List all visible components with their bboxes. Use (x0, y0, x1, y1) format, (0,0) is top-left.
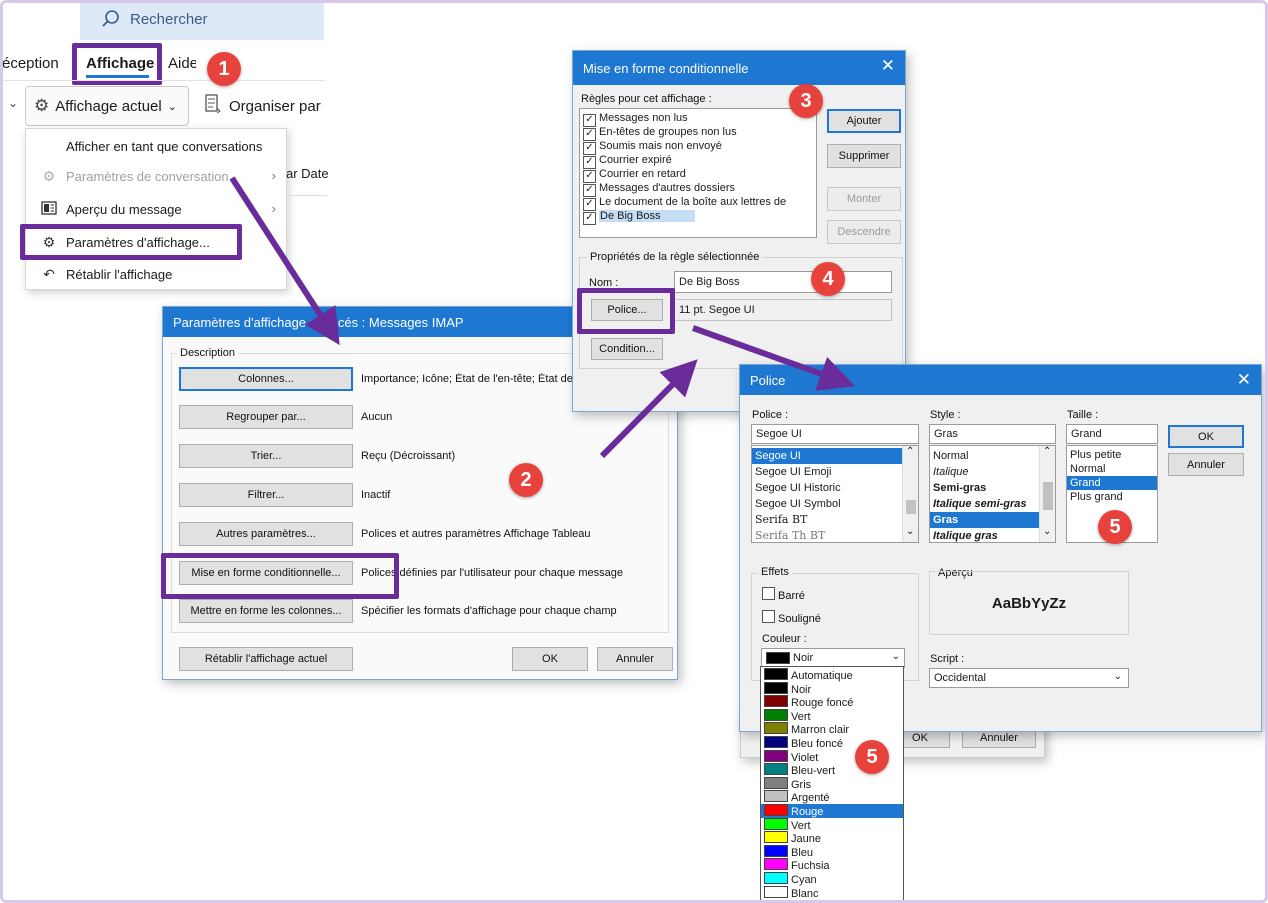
step-badge-1: 1 (207, 52, 241, 86)
step-badge-5: 5 (1098, 510, 1132, 544)
arrow-dialog-to-conditional (599, 359, 698, 459)
step-badge-4: 4 (811, 262, 845, 296)
step-badge-3: 3 (789, 84, 823, 118)
arrow-view-settings-to-dialog (229, 176, 340, 346)
step-badge-5-color: 5 (855, 740, 889, 774)
step-badge-2: 2 (509, 463, 543, 497)
arrow-font-to-police (691, 325, 855, 391)
annotation-arrows (229, 176, 855, 459)
